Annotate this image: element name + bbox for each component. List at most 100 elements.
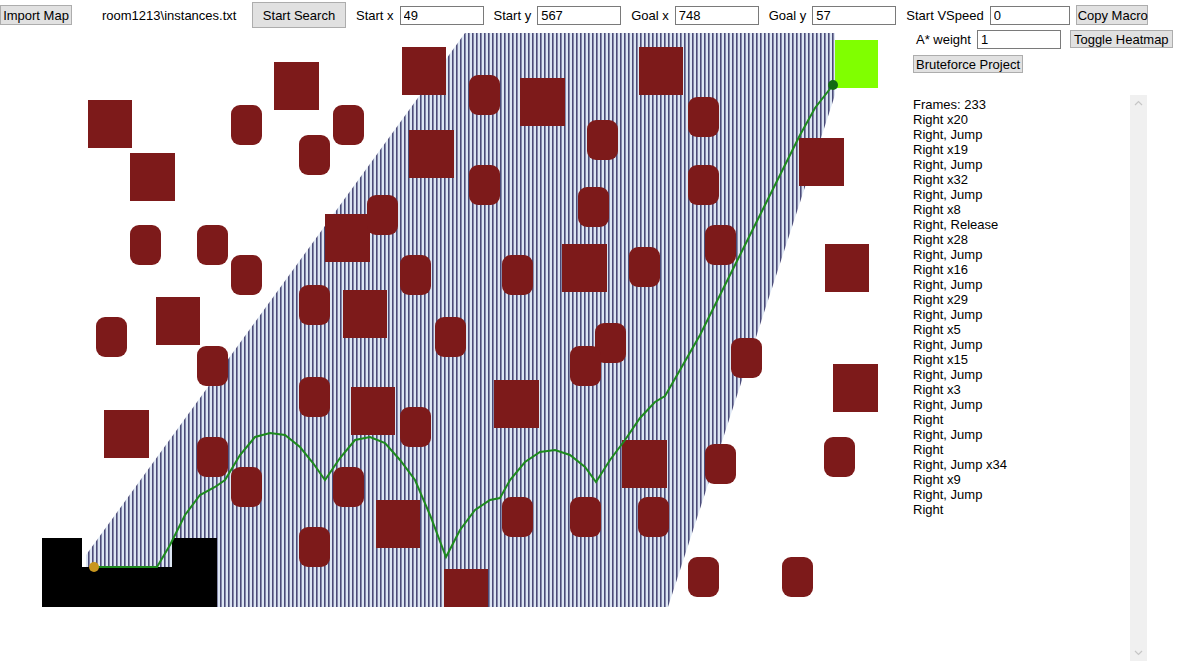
file-path-label: room1213\instances.txt bbox=[72, 8, 252, 23]
field-input[interactable] bbox=[400, 6, 484, 25]
heatmap-region bbox=[86, 33, 835, 607]
block-obstacle bbox=[444, 569, 488, 607]
field-input[interactable] bbox=[812, 6, 896, 25]
round-obstacle bbox=[469, 165, 500, 205]
round-obstacle bbox=[400, 255, 431, 295]
round-obstacle bbox=[578, 187, 609, 227]
field-input[interactable] bbox=[537, 6, 621, 25]
round-obstacle bbox=[570, 497, 601, 537]
round-obstacle bbox=[782, 557, 813, 597]
macro-step: Right x32 bbox=[913, 172, 1130, 187]
round-obstacle bbox=[824, 437, 855, 477]
main-area: A* weight Toggle Heatmap Bruteforce Projec… bbox=[0, 30, 1184, 661]
toggle-heatmap-button[interactable]: Toggle Heatmap bbox=[1070, 30, 1173, 48]
block-obstacle bbox=[562, 244, 607, 292]
block-obstacle bbox=[639, 47, 683, 95]
terrain bbox=[42, 538, 217, 607]
weight-label: A* weight bbox=[916, 32, 977, 47]
macro-step: Right bbox=[913, 442, 1130, 457]
round-obstacle bbox=[705, 225, 736, 265]
scroll-down-icon[interactable] bbox=[1130, 644, 1147, 661]
block-obstacle bbox=[376, 500, 420, 548]
round-obstacle bbox=[130, 225, 161, 265]
weight-row: A* weight Toggle Heatmap bbox=[905, 30, 1184, 48]
macro-step: Right, Jump bbox=[913, 367, 1130, 382]
macro-step: Right x9 bbox=[913, 472, 1130, 487]
macro-step: Right, Jump bbox=[913, 157, 1130, 172]
macro-step: Right, Jump bbox=[913, 427, 1130, 442]
block-obstacle bbox=[274, 62, 319, 110]
macro-step: Right x3 bbox=[913, 382, 1130, 397]
coordinate-field: Start y bbox=[494, 6, 622, 25]
start-search-button[interactable]: Start Search bbox=[252, 2, 346, 28]
macro-step: Right bbox=[913, 502, 1130, 517]
copy-macro-button[interactable]: Copy Macro bbox=[1076, 5, 1148, 25]
round-obstacle bbox=[400, 407, 431, 447]
terrain-block bbox=[82, 567, 172, 607]
block-obstacle bbox=[799, 138, 844, 186]
round-obstacle bbox=[299, 527, 330, 567]
round-obstacle bbox=[629, 247, 660, 287]
round-obstacle bbox=[197, 225, 228, 265]
round-obstacle bbox=[333, 467, 364, 507]
round-obstacle bbox=[570, 346, 601, 386]
block-obstacle bbox=[833, 364, 878, 412]
macro-step: Right, Jump bbox=[913, 397, 1130, 412]
macro-step: Right, Jump bbox=[913, 277, 1130, 292]
macro-step: Right x19 bbox=[913, 142, 1130, 157]
block-obstacle bbox=[104, 410, 149, 458]
round-obstacle bbox=[197, 437, 228, 477]
scrollbar[interactable] bbox=[1130, 95, 1147, 661]
block-obstacle bbox=[622, 440, 667, 488]
round-obstacle bbox=[688, 557, 719, 597]
block-obstacle bbox=[825, 244, 869, 292]
round-obstacle bbox=[299, 135, 330, 175]
macro-step: Right x8 bbox=[913, 202, 1130, 217]
round-obstacle bbox=[231, 255, 262, 295]
coordinate-field: Goal y bbox=[769, 6, 897, 25]
field-input[interactable] bbox=[675, 6, 759, 25]
bruteforce-button[interactable]: Bruteforce Project bbox=[913, 55, 1023, 73]
path-line bbox=[94, 85, 833, 567]
frames-count: Frames: 233 bbox=[913, 97, 1130, 112]
macro-step: Right x5 bbox=[913, 322, 1130, 337]
round-obstacle bbox=[469, 75, 500, 115]
coordinate-field: Start VSpeed bbox=[906, 6, 1069, 25]
macro-text[interactable]: Frames: 233Right x20Right, JumpRight x19… bbox=[905, 95, 1130, 661]
block-obstacle bbox=[325, 214, 370, 262]
import-map-button[interactable]: Import Map bbox=[0, 5, 72, 25]
field-input[interactable] bbox=[990, 6, 1070, 25]
round-obstacle bbox=[231, 467, 262, 507]
map-canvas[interactable] bbox=[0, 30, 905, 661]
round-obstacle bbox=[96, 317, 127, 357]
block-obstacle bbox=[156, 297, 200, 345]
round-obstacle bbox=[587, 120, 618, 160]
round-obstacle bbox=[688, 97, 719, 137]
weight-input[interactable] bbox=[977, 30, 1061, 49]
scroll-up-icon[interactable] bbox=[1130, 95, 1147, 112]
map-svg[interactable] bbox=[0, 30, 905, 661]
side-panel: A* weight Toggle Heatmap Bruteforce Projec… bbox=[905, 30, 1184, 661]
macro-step: Right, Jump bbox=[913, 187, 1130, 202]
round-obstacle bbox=[688, 165, 719, 205]
round-obstacle bbox=[367, 195, 398, 235]
field-label: Start VSpeed bbox=[906, 8, 989, 23]
round-obstacle bbox=[435, 317, 466, 357]
field-label: Start y bbox=[494, 8, 538, 23]
macro-step: Right bbox=[913, 412, 1130, 427]
block-obstacle bbox=[351, 387, 395, 435]
round-obstacle bbox=[502, 497, 533, 537]
field-label: Goal x bbox=[631, 8, 675, 23]
field-label: Goal y bbox=[769, 8, 813, 23]
macro-step: Right, Jump bbox=[913, 487, 1130, 502]
round-obstacle bbox=[502, 255, 533, 295]
block-obstacle bbox=[130, 153, 175, 201]
block-obstacle bbox=[409, 130, 454, 178]
block-obstacle bbox=[520, 78, 565, 126]
macro-step: Right x16 bbox=[913, 262, 1130, 277]
terrain-block bbox=[42, 538, 82, 607]
coordinate-field: Goal x bbox=[631, 6, 759, 25]
macro-list: Frames: 233Right x20Right, JumpRight x19… bbox=[905, 95, 1184, 661]
goal-area bbox=[835, 40, 878, 88]
macro-step: Right, Jump bbox=[913, 127, 1130, 142]
